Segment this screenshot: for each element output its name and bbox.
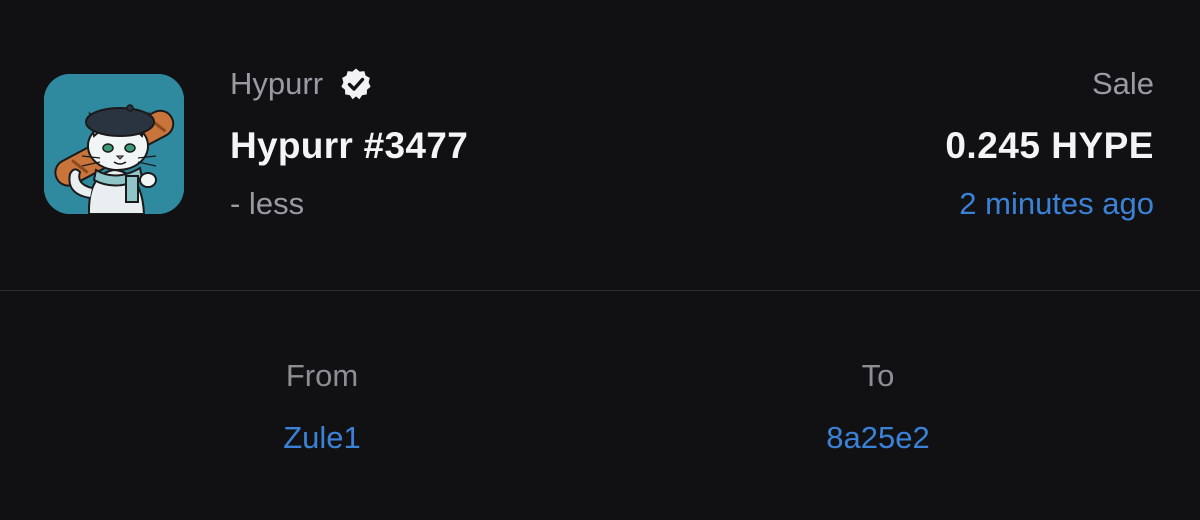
from-party: From Zule1 (283, 356, 361, 458)
collection-name-link[interactable]: Hypurr (230, 64, 323, 104)
event-type-label: Sale (1091, 66, 1154, 101)
divider (0, 290, 1200, 291)
verified-badge-icon (339, 67, 373, 101)
sale-summary: Sale 0.245 HYPE 2 minutes ago (945, 64, 1154, 224)
to-label: To (861, 358, 895, 393)
item-info: Hypurr Hypurr #3477 - less (230, 64, 468, 224)
from-address-link[interactable]: Zule1 (283, 418, 361, 458)
sale-price: 0.245 HYPE (945, 125, 1154, 166)
sale-activity-card: Hypurr Hypurr #3477 - less Sale 0.245 HY… (0, 0, 1200, 520)
to-address-link[interactable]: 8a25e2 (826, 418, 929, 458)
nft-thumbnail[interactable] (44, 74, 184, 214)
from-label: From (285, 358, 359, 393)
show-less-toggle[interactable]: - less (230, 184, 468, 224)
item-title: Hypurr #3477 (230, 125, 469, 166)
collection-row: Hypurr (230, 64, 468, 104)
to-party: To 8a25e2 (826, 356, 929, 458)
cat-illustration (44, 74, 184, 214)
timestamp-link[interactable]: 2 minutes ago (945, 184, 1154, 224)
